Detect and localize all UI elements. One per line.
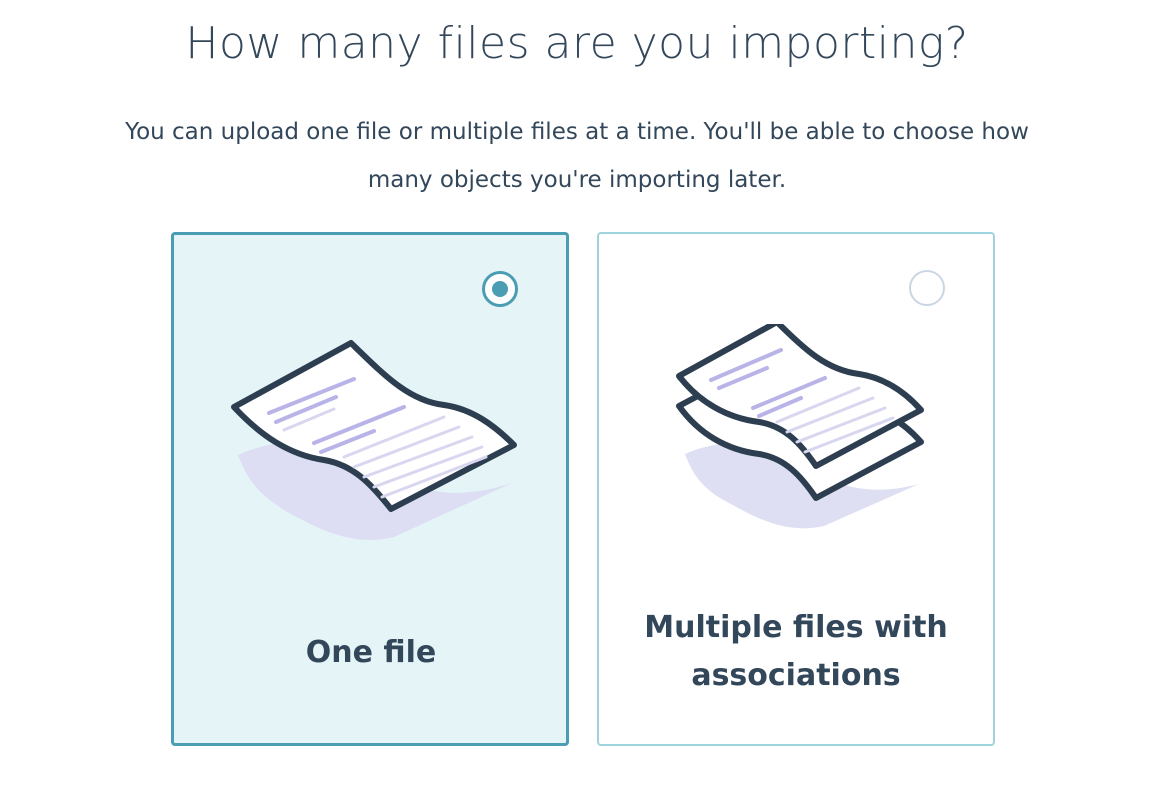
option-card-one-file[interactable]: One file: [171, 232, 569, 746]
option-card-multiple-files[interactable]: Multiple files with associations: [597, 232, 995, 746]
multiple-files-icon: [676, 324, 924, 529]
option-label-one-file: One file: [305, 635, 437, 670]
single-file-icon: [231, 340, 517, 540]
page-title: How many files are you importing?: [185, 18, 969, 69]
radio-button-one-file[interactable]: [482, 271, 518, 307]
import-files-page: How many files are you importing? You ca…: [0, 0, 1154, 800]
option-label-multiple-files: Multiple files with associations: [644, 610, 948, 693]
page-description: You can upload one file or multiple file…: [125, 119, 1029, 193]
radio-button-multiple-files[interactable]: [909, 270, 945, 306]
